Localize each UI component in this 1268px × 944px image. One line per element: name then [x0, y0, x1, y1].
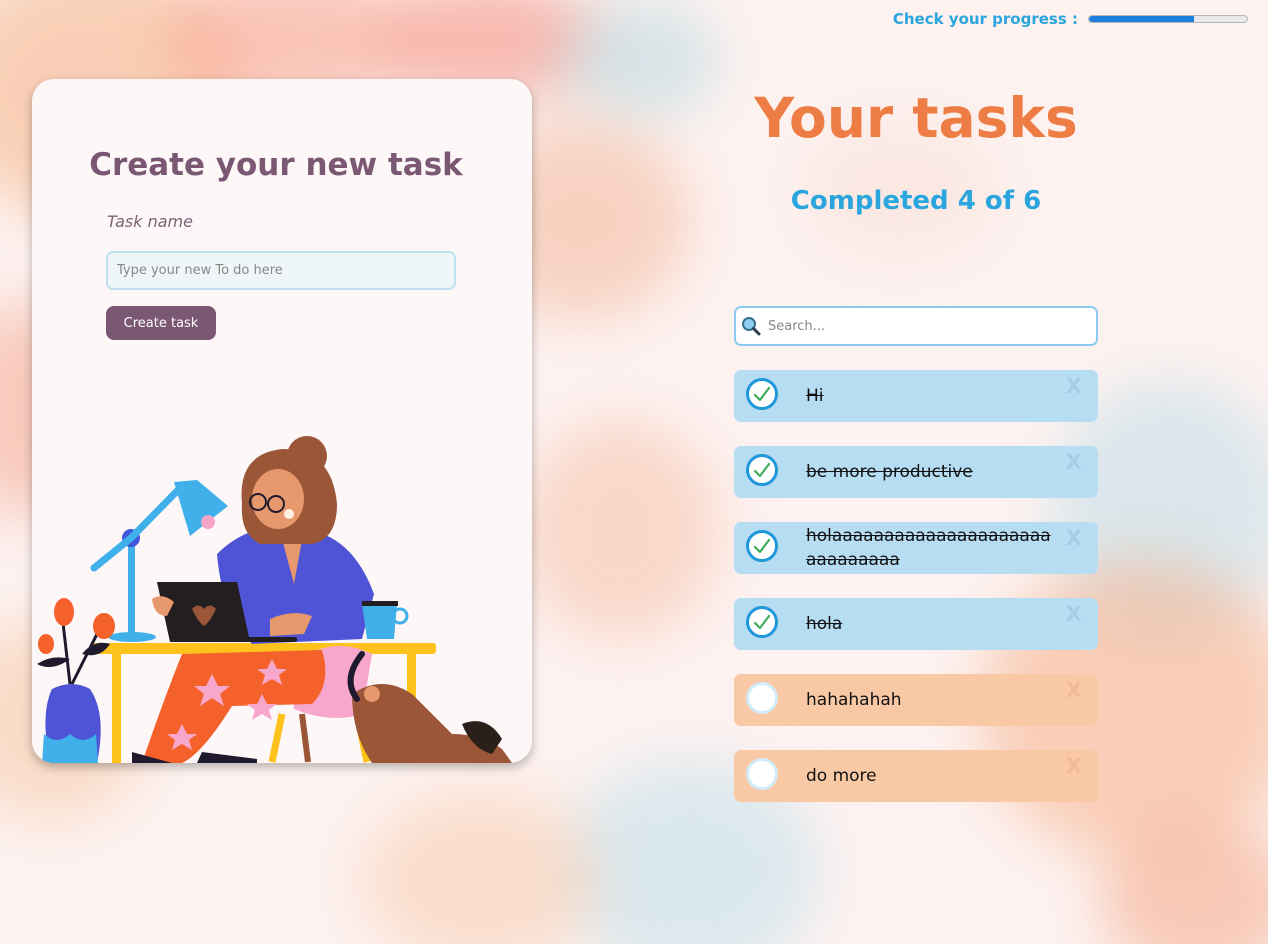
task-complete-toggle[interactable]	[746, 454, 778, 486]
checkmark-icon	[753, 614, 771, 630]
create-task-title: Create your new task	[89, 147, 463, 183]
task-complete-toggle[interactable]	[746, 606, 778, 638]
tasks-heading: Your tasks	[754, 86, 1078, 150]
task-item: do more X	[734, 750, 1098, 802]
create-task-button[interactable]: Create task	[106, 306, 216, 340]
task-text: hahahahah	[806, 690, 902, 710]
create-task-card: Create your new task Task name Create ta…	[32, 79, 532, 763]
checkmark-icon	[753, 386, 771, 402]
task-text: do more	[806, 766, 877, 786]
checkmark-icon	[753, 538, 771, 554]
delete-task-button[interactable]: X	[1066, 526, 1082, 550]
progress-label: Check your progress :	[892, 10, 1078, 28]
delete-task-button[interactable]: X	[1066, 450, 1082, 474]
task-list: Hi Xbe more productive Xholaaaaaaaaaaaaaaa…	[734, 370, 1098, 826]
search-icon	[742, 317, 761, 336]
task-item: Hi X	[734, 370, 1098, 422]
task-text: holaaaaaaaaaaaaaaaaaaaaaaaaaaaaaa	[806, 526, 1051, 570]
progress-bar	[1088, 15, 1248, 23]
task-text: Hi	[806, 386, 824, 406]
task-item: hola X	[734, 598, 1098, 650]
task-item: be more productive X	[734, 446, 1098, 498]
delete-task-button[interactable]: X	[1066, 678, 1082, 702]
delete-task-button[interactable]: X	[1066, 602, 1082, 626]
task-text: be more productive	[806, 462, 973, 482]
woman-working-at-desk-illustration	[37, 436, 512, 763]
task-name-input[interactable]	[106, 251, 456, 290]
task-item: hahahahah X	[734, 674, 1098, 726]
search-box	[734, 306, 1098, 346]
task-text: hola	[806, 614, 843, 634]
task-complete-toggle[interactable]	[746, 530, 778, 562]
progress-bar-fill	[1089, 16, 1195, 22]
task-complete-toggle[interactable]	[746, 758, 778, 790]
task-item: holaaaaaaaaaaaaaaaaaaaaaaaaaaaaaa X	[734, 522, 1098, 574]
checkmark-icon	[753, 462, 771, 478]
progress-area: Check your progress :	[893, 10, 1248, 28]
task-name-label: Task name	[107, 212, 193, 231]
search-input[interactable]	[768, 308, 1088, 344]
task-complete-toggle[interactable]	[746, 682, 778, 714]
delete-task-button[interactable]: X	[1066, 754, 1082, 778]
delete-task-button[interactable]: X	[1066, 374, 1082, 398]
task-complete-toggle[interactable]	[746, 378, 778, 410]
completed-counter: Completed 4 of 6	[790, 186, 1042, 216]
